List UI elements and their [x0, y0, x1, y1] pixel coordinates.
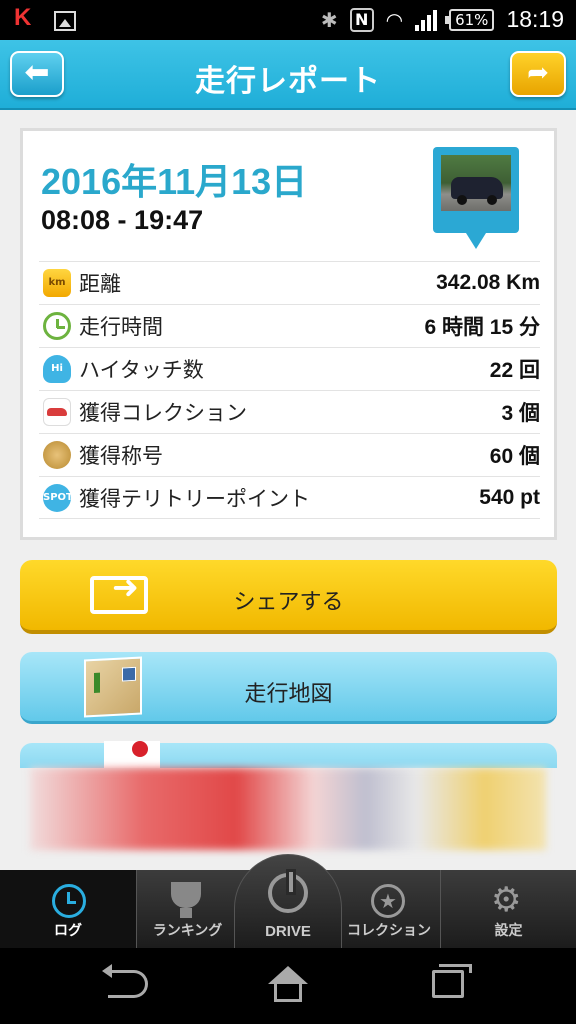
stat-row-territory: SPOT 獲得テリトリーポイント 540 pt	[39, 476, 540, 519]
hi-touch-icon: Hi	[43, 355, 71, 383]
stat-value: 60 個	[489, 445, 540, 468]
nfc-icon: N	[349, 7, 374, 32]
spot-icon: SPOT	[43, 483, 73, 512]
stat-label: 距離	[79, 272, 121, 296]
stat-row-titles: 獲得称号 60 個	[39, 433, 540, 476]
stat-label: 走行時間	[79, 315, 163, 339]
tab-label: ログ	[54, 923, 82, 939]
medal-icon	[43, 441, 71, 469]
status-clock: 18:19	[506, 6, 564, 32]
tab-label: コレクション	[347, 923, 431, 939]
signal-icon	[415, 9, 438, 31]
stat-value: 342.08 Km	[436, 271, 540, 294]
km-icon: km	[43, 269, 71, 297]
drive-map-button-label: 走行地図	[244, 682, 333, 707]
log-clock-icon	[52, 884, 86, 918]
kaspersky-notification-icon: K	[14, 4, 32, 31]
tab-collection[interactable]: ★ コレクション	[338, 870, 440, 948]
battery-indicator: 61%	[445, 8, 495, 31]
report-date: 2016年11月13日	[41, 161, 308, 202]
stat-value: 3 個	[501, 402, 540, 425]
tab-label: ランキング	[152, 923, 223, 939]
share-button[interactable]: シェアする	[20, 560, 557, 634]
trophy-icon	[171, 882, 201, 918]
system-back-icon[interactable]	[102, 964, 148, 998]
report-stats-list: km 距離 342.08 Km 走行時間 6 時間 15 分 Hi ハイタッチ数…	[39, 261, 540, 519]
stat-row-drive-time: 走行時間 6 時間 15 分	[39, 304, 540, 347]
tab-label: 設定	[494, 923, 523, 939]
stat-value: 6 時間 15 分	[424, 316, 540, 339]
tab-log[interactable]: ログ	[0, 870, 136, 948]
wifi-icon: ◠	[385, 7, 404, 32]
tab-settings[interactable]: ⚙ 設定	[440, 870, 576, 948]
image-notification-icon	[54, 10, 76, 31]
gear-icon: ⚙	[491, 880, 522, 920]
stat-row-collection: 獲得コレクション 3 個	[39, 390, 540, 433]
report-time-range: 08:08 - 19:47	[41, 205, 204, 235]
stat-value: 22 回	[489, 359, 540, 382]
app-header: ⬅ 走行レポート ➦	[0, 40, 576, 110]
tab-ranking[interactable]: ランキング	[136, 870, 238, 948]
share-button-label: シェアする	[233, 590, 344, 615]
stat-label: ハイタッチ数	[79, 358, 204, 382]
system-home-icon[interactable]	[268, 966, 308, 1004]
bluetooth-icon: ✱	[320, 7, 338, 32]
status-bar: K ✱ N ◠ 61% 18:19	[0, 0, 576, 40]
system-recent-apps-icon[interactable]	[432, 964, 472, 998]
drive-label: DRIVE	[265, 923, 311, 940]
page-title: 走行レポート	[195, 64, 381, 99]
stat-row-hi-touch: Hi ハイタッチ数 22 回	[39, 347, 540, 390]
stat-label: 獲得称号	[79, 444, 163, 468]
drive-button[interactable]: DRIVE	[234, 854, 342, 948]
car-icon	[43, 398, 71, 426]
ad-banner[interactable]	[30, 768, 546, 850]
header-share-button[interactable]: ➦	[510, 51, 566, 97]
drive-map-button[interactable]: 走行地図	[20, 652, 557, 724]
power-icon	[268, 869, 308, 913]
car-photo-pin[interactable]	[433, 147, 519, 249]
share-icon: ➦	[527, 58, 549, 88]
car-photo	[441, 155, 511, 211]
drive-report-card: 2016年11月13日 08:08 - 19:47 km 距離 342.08 K…	[20, 128, 557, 540]
star-icon: ★	[371, 884, 405, 918]
stat-label: 獲得テリトリーポイント	[79, 486, 310, 511]
clock-icon	[43, 312, 71, 340]
system-navigation-bar	[0, 948, 576, 1024]
stat-value: 540 pt	[479, 485, 540, 509]
stat-label: 獲得コレクション	[79, 401, 247, 425]
stat-row-distance: km 距離 342.08 Km	[39, 261, 540, 304]
